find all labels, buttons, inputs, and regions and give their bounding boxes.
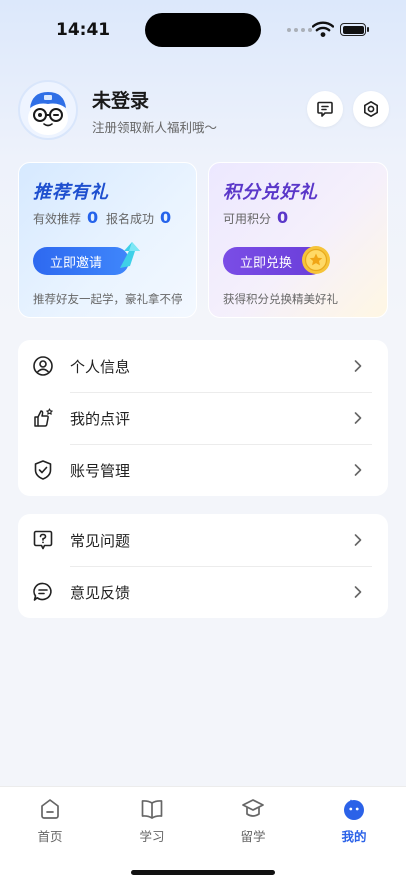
- graduation-cap-icon: [242, 799, 264, 817]
- menu-item-feedback[interactable]: 意见反馈: [18, 566, 388, 618]
- invite-button-label: 立即邀请: [50, 255, 103, 271]
- menu-item-label: 常见问题: [70, 531, 131, 550]
- referral-card-footer: 推荐好友一起学，豪礼拿不停: [33, 292, 183, 306]
- battery-tip: [367, 27, 369, 32]
- referral-stat-success-value: 0: [160, 208, 172, 227]
- person-circle-icon: [33, 356, 53, 376]
- user-name[interactable]: 未登录: [92, 86, 149, 113]
- user-subtitle[interactable]: 注册领取新人福利哦～: [92, 117, 217, 136]
- points-card[interactable]: 积分兑好礼 可用积分 0 立即兑换 获得积分兑换精美好礼: [208, 162, 388, 318]
- referral-card-title: 推荐有礼: [33, 182, 109, 203]
- invite-button[interactable]: 立即邀请: [33, 247, 129, 275]
- menu-item-label: 个人信息: [70, 357, 131, 376]
- referral-card[interactable]: 推荐有礼 有效推荐 0 报名成功 0 立即邀请 推荐好友一起学，豪礼拿不停: [18, 162, 197, 318]
- menu-item-faq[interactable]: 常见问题: [18, 514, 388, 566]
- referral-stat-success: 报名成功 0: [106, 208, 171, 227]
- menu-item-my-reviews[interactable]: 我的点评: [18, 392, 388, 444]
- help-menu-group: 常见问题 意见反馈: [18, 514, 388, 618]
- feedback-bubble-icon: [33, 582, 52, 601]
- chevron-right-icon: [354, 586, 362, 598]
- messages-button[interactable]: [307, 91, 343, 127]
- wifi-icon: [312, 21, 334, 37]
- points-card-footer: 获得积分兑换精美好礼: [223, 292, 338, 306]
- chevron-right-icon: [354, 360, 362, 372]
- points-stat-label: 可用积分: [223, 212, 272, 226]
- menu-item-label: 账号管理: [70, 461, 131, 480]
- shield-check-icon: [34, 460, 52, 480]
- points-stat-available: 可用积分 0: [223, 208, 288, 227]
- question-bubble-icon: [33, 530, 53, 550]
- account-menu-group: 个人信息 我的点评 账号管理: [18, 340, 388, 496]
- points-card-title: 积分兑好礼: [223, 182, 318, 203]
- referral-stat-success-label: 报名成功: [106, 212, 155, 226]
- arrow-up-icon: [120, 242, 140, 268]
- menu-item-label: 意见反馈: [70, 583, 131, 602]
- thumbs-up-star-icon: [34, 408, 53, 427]
- home-indicator: [131, 870, 275, 875]
- book-icon: [141, 800, 163, 819]
- settings-button[interactable]: [353, 91, 389, 127]
- points-stat-value: 0: [277, 208, 289, 227]
- menu-item-label: 我的点评: [70, 409, 131, 428]
- message-icon: [317, 101, 333, 117]
- home-icon: [41, 799, 59, 819]
- avatar[interactable]: [18, 80, 78, 140]
- mascot-icon: [344, 799, 364, 820]
- dynamic-island: [145, 13, 261, 47]
- status-bar: 14:41: [0, 0, 406, 60]
- menu-item-account-management[interactable]: 账号管理: [18, 444, 388, 496]
- tab-label: 留学: [240, 829, 266, 844]
- chevron-right-icon: [354, 534, 362, 546]
- chevron-right-icon: [354, 464, 362, 476]
- tab-label: 首页: [37, 829, 63, 844]
- referral-stat-valid-value: 0: [87, 208, 99, 227]
- tab-home[interactable]: 首页: [10, 797, 90, 845]
- battery-icon: [340, 23, 366, 36]
- tab-label: 学习: [139, 829, 165, 844]
- status-time: 14:41: [56, 20, 111, 40]
- tab-study[interactable]: 学习: [112, 797, 192, 845]
- tab-mine[interactable]: 我的: [314, 797, 394, 845]
- chevron-right-icon: [354, 412, 362, 424]
- signal-dots-icon: [287, 28, 312, 32]
- redeem-button-label: 立即兑换: [240, 255, 293, 271]
- referral-stat-valid-label: 有效推荐: [33, 212, 82, 226]
- referral-stat-valid: 有效推荐 0: [33, 208, 98, 227]
- tab-study-abroad[interactable]: 留学: [213, 797, 293, 845]
- menu-item-personal-info[interactable]: 个人信息: [18, 340, 388, 392]
- tab-label: 我的: [341, 829, 367, 844]
- mascot-avatar-icon: [28, 92, 68, 135]
- gear-icon: [364, 101, 378, 117]
- coin-star-icon: [302, 246, 330, 274]
